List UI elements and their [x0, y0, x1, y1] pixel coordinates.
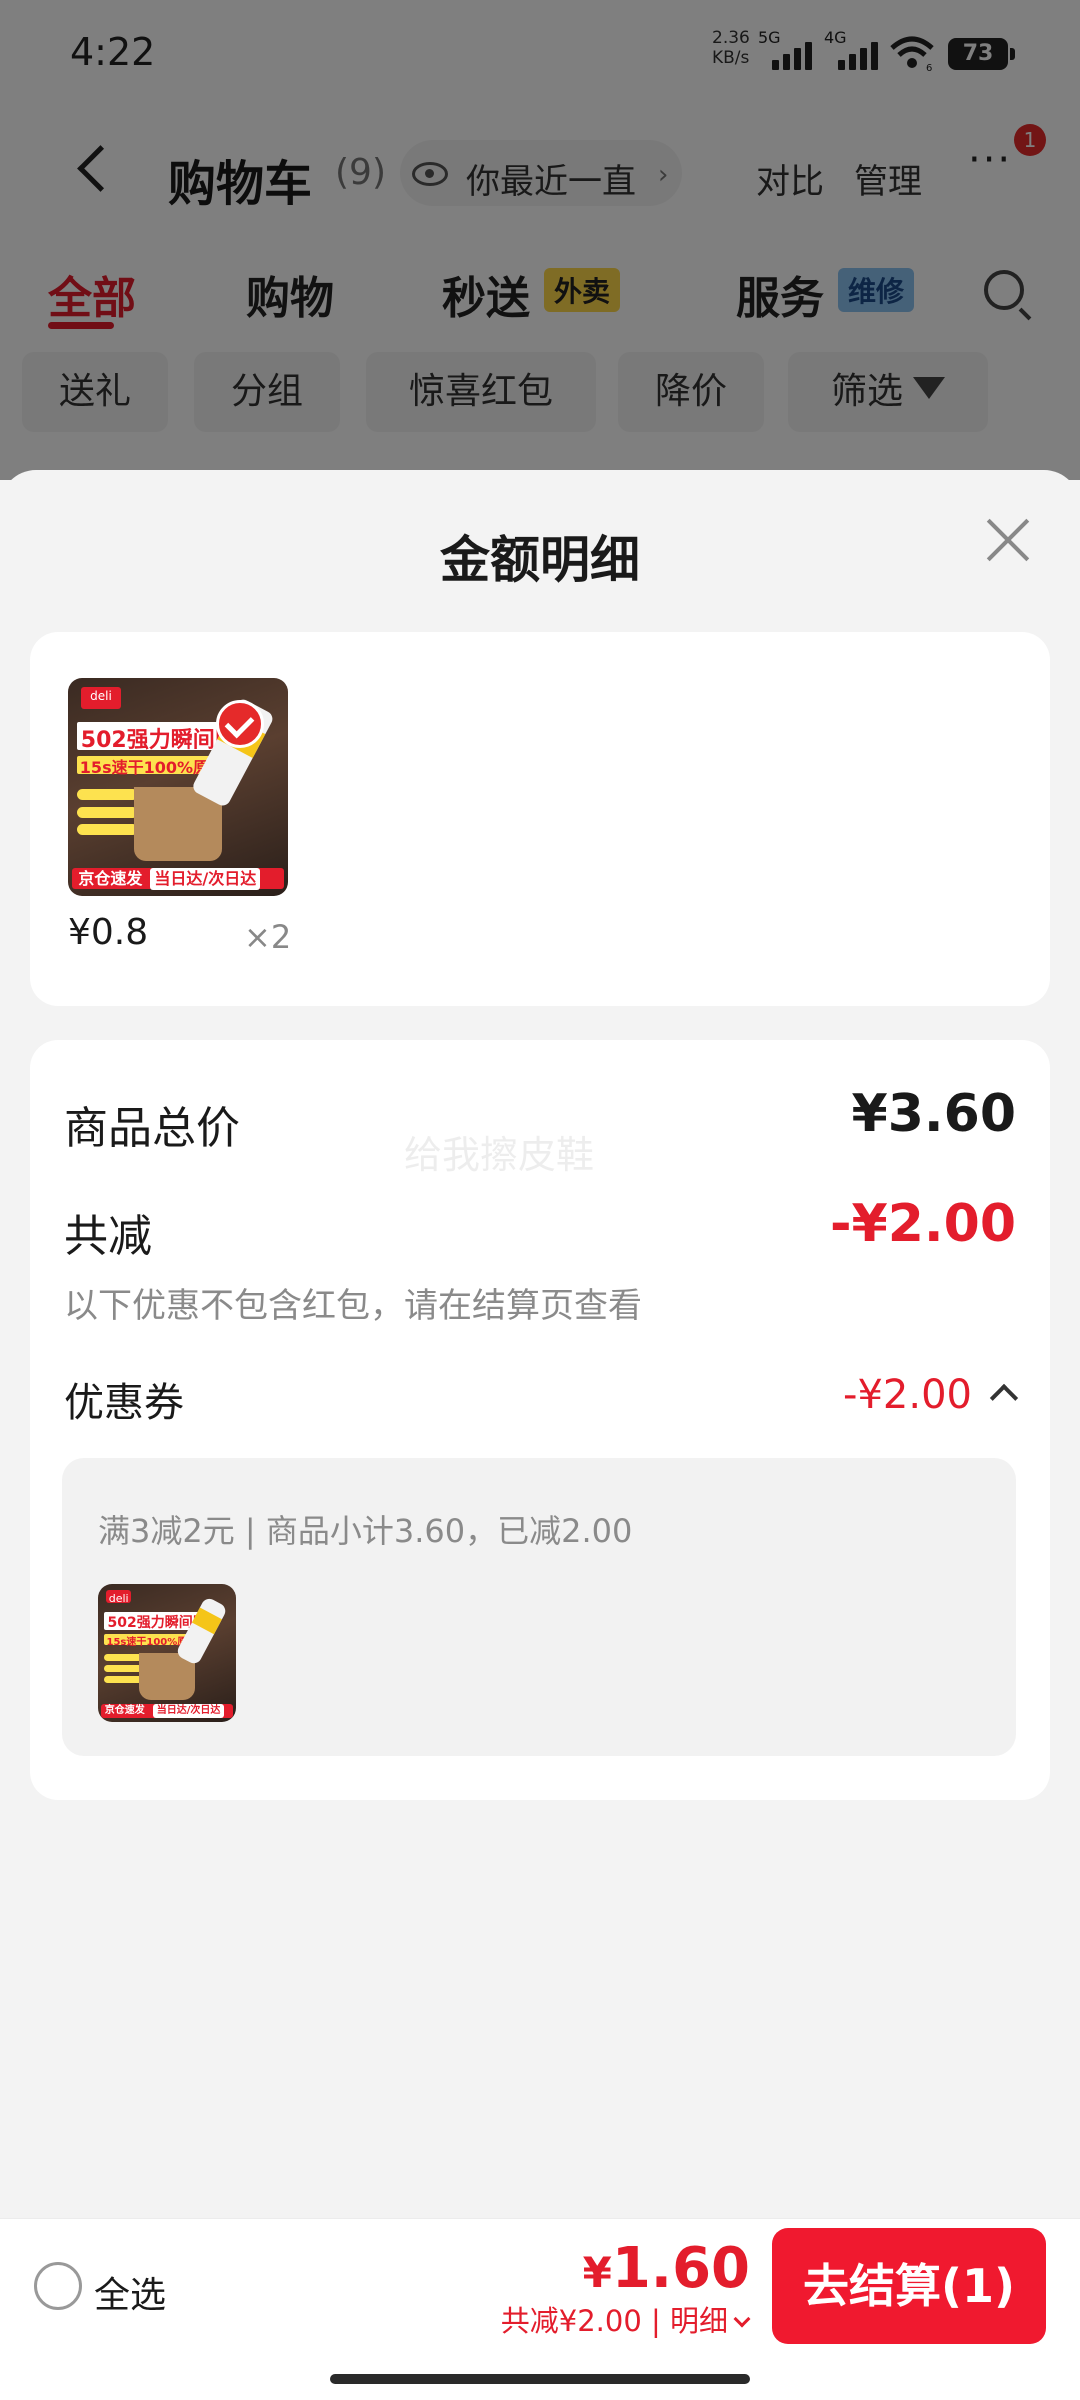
coupon-label: 优惠券	[64, 1380, 184, 1426]
thumb-footer-left: 京仓速发	[78, 868, 143, 888]
coupon-value: -¥2.00	[843, 1372, 972, 1418]
watermark-text: 给我擦皮鞋	[404, 1133, 595, 1177]
saving-detail-link[interactable]: 共减¥2.00 | 明细	[500, 2298, 751, 2340]
select-all-radio[interactable]	[34, 2262, 82, 2310]
saving-detail-text: 共减¥2.00 | 明细	[500, 2304, 728, 2338]
close-icon[interactable]	[984, 516, 1032, 564]
checkout-button[interactable]: 去结算(1)	[772, 2228, 1046, 2344]
total-price-label: 商品总价	[64, 1103, 240, 1154]
payable-amount: 1.60	[611, 2236, 750, 2301]
thumb-brand-logo: deli	[81, 686, 121, 709]
thumb-footer-right: 当日达/次日达	[150, 867, 261, 890]
price-currency-symbol: ¥	[582, 2248, 612, 2297]
selected-check-icon	[216, 700, 264, 748]
coupon-product-thumbnail: deli 502强力瞬间胶 15s速干100%原胶 京仓速发 当日达/次日达	[98, 1584, 236, 1722]
total-price-value: ¥3.60	[851, 1084, 1016, 1144]
total-reduction-label: 共减	[64, 1211, 152, 1262]
chevron-down-icon	[733, 2310, 751, 2328]
total-reduction-value: -¥2.00	[829, 1194, 1016, 1254]
payable-total: ¥1.60	[583, 2236, 750, 2301]
thumb-footer-right-small: 当日达/次日达	[152, 1704, 225, 1719]
product-unit-price: ¥0.8	[68, 912, 149, 953]
select-all-label[interactable]: 全选	[94, 2266, 166, 2318]
thumb-brand-logo-small: deli	[106, 1589, 132, 1605]
thumb-footer-left-small: 京仓速发	[104, 1705, 145, 1717]
product-quantity: ×2	[244, 918, 292, 956]
home-indicator[interactable]	[330, 2374, 750, 2384]
sheet-title: 金额明细	[440, 531, 640, 589]
modal-backdrop[interactable]	[0, 0, 1080, 480]
discount-note: 以下优惠不包含红包，请在结算页查看	[64, 1286, 642, 1326]
coupon-description: 满3减2元 | 商品小计3.60，已减2.00	[98, 1512, 633, 1550]
